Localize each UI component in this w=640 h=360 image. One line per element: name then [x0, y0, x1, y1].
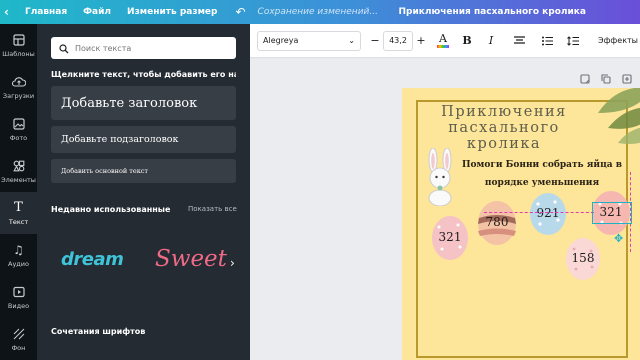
rail-item-text[interactable]: T Текст — [0, 192, 37, 234]
rail-label: Элементы — [1, 175, 36, 184]
search-icon — [59, 39, 69, 58]
note-icon[interactable] — [578, 72, 592, 86]
text-color-icon: A — [439, 31, 447, 45]
rail-label: Видео — [7, 301, 30, 310]
decrease-size-button[interactable]: − — [367, 34, 383, 47]
egg-158[interactable]: 158 — [564, 235, 602, 281]
side-rail: Шаблоны Загрузки Фото Элементы T Текст ♫… — [0, 24, 37, 360]
move-handle-icon[interactable]: ✥ — [614, 232, 623, 245]
spacing-icon[interactable] — [563, 31, 583, 51]
font-combos-title: Сочетания шрифтов — [51, 327, 146, 336]
bold-button[interactable]: B — [457, 31, 477, 51]
effects-button[interactable]: Эффекты — [598, 36, 638, 45]
rail-label: Шаблоны — [2, 49, 35, 58]
rail-label: Загрузки — [2, 91, 35, 100]
add-heading-button[interactable]: Добавьте заголовок — [51, 86, 236, 120]
file-menu[interactable]: Файл — [75, 7, 119, 17]
recent-title: Недавно использованные — [51, 205, 171, 214]
selection-box[interactable] — [592, 202, 632, 224]
text-color-swatch — [437, 44, 449, 48]
background-icon — [12, 327, 26, 341]
rail-label: Фото — [9, 133, 28, 142]
rail-label: Фон — [11, 343, 26, 352]
photo-icon — [12, 117, 26, 131]
egg-921[interactable]: 921 — [528, 190, 568, 236]
video-icon — [12, 285, 26, 299]
page-actions — [571, 72, 634, 86]
font-size-input[interactable]: 43,2 — [383, 30, 413, 51]
leaves-illustration — [598, 88, 640, 144]
resize-menu[interactable]: Изменить размер — [119, 7, 225, 17]
rail-item-video[interactable]: Видео — [0, 276, 37, 318]
italic-button[interactable]: I — [481, 31, 501, 51]
save-status: Сохранение изменений... — [257, 7, 378, 17]
rail-item-audio[interactable]: ♫ Аудио — [0, 234, 37, 276]
bunny-illustration — [428, 148, 452, 206]
egg-number: 321 — [438, 230, 462, 244]
document-title[interactable]: Приключения пасхального кролика — [399, 7, 586, 17]
search-box[interactable] — [51, 37, 236, 59]
add-body-text-button[interactable]: Добавить основной текст — [51, 159, 236, 183]
music-icon: ♫ — [13, 242, 24, 257]
panel-hint: Щелкните текст, чтобы добавить его на ..… — [51, 70, 236, 79]
editor-toolbar: Alegreya ⌄ − 43,2 + A B I Эффекты — [250, 24, 640, 58]
increase-size-button[interactable]: + — [413, 34, 429, 47]
alignment-guide-horizontal — [484, 212, 594, 213]
font-size-stepper: − 43,2 + — [367, 30, 429, 51]
add-subheading-button[interactable]: Добавьте подзаголовок — [51, 126, 236, 153]
egg-number: 158 — [571, 251, 595, 265]
rail-item-elements[interactable]: Элементы — [0, 150, 37, 192]
templates-icon — [12, 33, 26, 47]
rail-item-uploads[interactable]: Загрузки — [0, 66, 37, 108]
rail-item-templates[interactable]: Шаблоны — [0, 24, 37, 66]
search-input[interactable] — [75, 43, 225, 53]
design-page[interactable]: Приключения пасхального кролика Помоги Б… — [402, 88, 640, 360]
list-icon[interactable] — [537, 31, 557, 51]
page-subtitle[interactable]: Помоги Бонни собрать яйца в порядке умен… — [457, 156, 627, 192]
duplicate-icon[interactable] — [599, 72, 613, 86]
rail-label: Аудио — [8, 259, 29, 268]
chevron-right-icon[interactable]: › — [230, 256, 235, 270]
text-color-button[interactable]: A — [433, 31, 453, 51]
text-icon: T — [14, 200, 23, 215]
rail-item-photos[interactable]: Фото — [0, 108, 37, 150]
back-icon[interactable]: ‹ — [0, 5, 17, 19]
align-center-icon[interactable] — [509, 31, 529, 51]
egg-780[interactable]: 780 — [476, 198, 518, 246]
page-title[interactable]: Приключения пасхального кролика — [434, 104, 574, 152]
recent-font-dream[interactable]: dream — [61, 249, 124, 270]
font-family-select[interactable]: Alegreya ⌄ — [257, 30, 361, 51]
chevron-down-icon: ⌄ — [348, 36, 355, 45]
top-bar: ‹ Главная Файл Изменить размер ↶ Сохране… — [0, 0, 640, 24]
home-menu[interactable]: Главная — [17, 7, 75, 17]
rail-item-background[interactable]: Фон — [0, 318, 37, 360]
egg-number: 780 — [485, 215, 509, 229]
canvas-workspace: Приключения пасхального кролика Помоги Б… — [250, 59, 640, 360]
rail-label: Текст — [8, 217, 29, 226]
show-all-link[interactable]: Показать все — [188, 205, 237, 213]
egg-number: 921 — [536, 206, 560, 220]
text-panel: Щелкните текст, чтобы добавить его на ..… — [37, 24, 250, 360]
elements-icon — [12, 159, 26, 173]
egg-321-left[interactable]: 321 — [430, 213, 470, 261]
font-family-value: Alegreya — [263, 36, 299, 45]
recent-font-sweet[interactable]: Sweet — [155, 246, 227, 272]
upload-icon — [11, 75, 26, 89]
undo-icon[interactable]: ↶ — [225, 5, 257, 19]
add-page-icon[interactable] — [620, 72, 634, 86]
